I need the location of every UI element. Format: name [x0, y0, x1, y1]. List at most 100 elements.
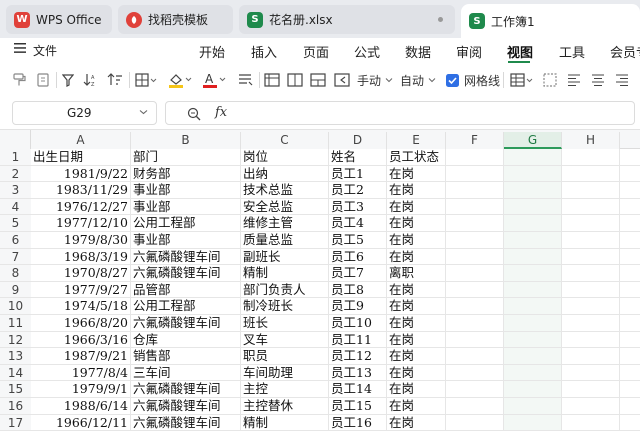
cell-b15[interactable]: 六氟磷酸锂车间: [131, 381, 241, 398]
cell-g1[interactable]: [504, 149, 562, 166]
cell-c6[interactable]: 质量总监: [241, 232, 329, 249]
cell-c4[interactable]: 安全总监: [241, 198, 329, 216]
cell-d14[interactable]: 员工13: [329, 364, 387, 382]
cell-i4[interactable]: [620, 199, 640, 216]
cell-i16[interactable]: [620, 398, 640, 415]
select-all-corner[interactable]: [0, 130, 31, 149]
cell-a5[interactable]: 1977/12/10: [31, 215, 131, 232]
cell-h15[interactable]: [562, 381, 620, 398]
menu-home[interactable]: 开始: [199, 42, 225, 61]
row-header[interactable]: 7: [0, 248, 31, 266]
cell-h5[interactable]: [562, 215, 620, 232]
cell-b10[interactable]: 公用工程部: [131, 298, 241, 315]
cell-g10[interactable]: [504, 298, 562, 315]
cell-b4[interactable]: 事业部: [131, 198, 241, 216]
tab-wps-office[interactable]: W WPS Office: [6, 5, 112, 34]
cell-e1[interactable]: 员工状态: [387, 149, 446, 166]
cell-d8[interactable]: 员工7: [329, 265, 387, 282]
cell-i13[interactable]: [620, 348, 640, 365]
cell-b7[interactable]: 六氟磷酸锂车间: [131, 248, 241, 266]
cell-h13[interactable]: [562, 348, 620, 365]
menu-view[interactable]: 视图: [507, 42, 533, 61]
cell-b3[interactable]: 事业部: [131, 182, 241, 199]
column-header-a[interactable]: A: [31, 132, 131, 149]
cell-f11[interactable]: [446, 315, 504, 332]
cell-f4[interactable]: [446, 198, 504, 216]
row-header[interactable]: 2: [0, 165, 31, 183]
cell-f9[interactable]: [446, 281, 504, 299]
cell-e13[interactable]: 在岗: [387, 348, 446, 365]
cell-b5[interactable]: 公用工程部: [131, 215, 241, 232]
row-header[interactable]: 3: [0, 182, 31, 199]
cell-g14[interactable]: [504, 364, 562, 382]
column-header-c[interactable]: C: [241, 132, 329, 149]
cell-c7[interactable]: 副班长: [241, 248, 329, 266]
hamburger-menu-icon[interactable]: [14, 41, 26, 59]
clear-format-icon[interactable]: [35, 71, 51, 89]
cell-g15[interactable]: [504, 381, 562, 398]
cell-a3[interactable]: 1983/11/29: [31, 182, 131, 199]
cell-h9[interactable]: [562, 281, 620, 299]
cell-b8[interactable]: 六氟磷酸锂车间: [131, 265, 241, 282]
cell-a6[interactable]: 1979/8/30: [31, 232, 131, 249]
column-header-h[interactable]: H: [562, 132, 620, 149]
cell-i1[interactable]: [620, 149, 640, 166]
row-header[interactable]: 17: [0, 414, 31, 431]
cell-h8[interactable]: [562, 265, 620, 282]
name-box[interactable]: G29: [12, 101, 157, 125]
cell-b14[interactable]: 三车间: [131, 364, 241, 382]
filter-icon[interactable]: [61, 71, 75, 89]
cell-e17[interactable]: 在岗: [387, 414, 446, 431]
sort-ascending-icon[interactable]: AZ: [82, 71, 98, 89]
cell-f6[interactable]: [446, 232, 504, 249]
cell-b6[interactable]: 事业部: [131, 232, 241, 249]
fill-color-dropdown-icon[interactable]: [167, 71, 193, 89]
cell-b2[interactable]: 财务部: [131, 165, 241, 183]
cell-i11[interactable]: [620, 315, 640, 332]
cell-i2[interactable]: [620, 166, 640, 183]
align-left-icon[interactable]: [566, 71, 582, 89]
cell-c10[interactable]: 制冷班长: [241, 298, 329, 315]
cell-border-icon[interactable]: [542, 71, 558, 89]
cell-e6[interactable]: 在岗: [387, 232, 446, 249]
cell-d13[interactable]: 员工12: [329, 348, 387, 365]
menu-page[interactable]: 页面: [303, 42, 329, 61]
cell-b17[interactable]: 六氟磷酸锂车间: [131, 414, 241, 431]
column-header-g[interactable]: G: [504, 132, 562, 149]
cell-a11[interactable]: 1966/8/20: [31, 315, 131, 332]
cell-c16[interactable]: 主控替休: [241, 398, 329, 415]
cell-a14[interactable]: 1977/8/4: [31, 364, 131, 382]
cell-e12[interactable]: 在岗: [387, 331, 446, 349]
spreadsheet-grid[interactable]: A B C D E F G H 1 出生日期 部门 岗位 姓名 员工状态 2 1981/9/2…: [0, 130, 640, 431]
cell-b16[interactable]: 六氟磷酸锂车间: [131, 398, 241, 415]
cell-i9[interactable]: [620, 282, 640, 299]
cell-f13[interactable]: [446, 348, 504, 365]
cell-d7[interactable]: 员工6: [329, 248, 387, 266]
cell-c12[interactable]: 叉车: [241, 331, 329, 349]
cell-d3[interactable]: 员工2: [329, 182, 387, 199]
tab-docer-templates[interactable]: 找稻壳模板: [118, 5, 233, 34]
menu-formula[interactable]: 公式: [354, 42, 380, 61]
cell-h17[interactable]: [562, 414, 620, 431]
cell-h12[interactable]: [562, 331, 620, 349]
menu-file[interactable]: 文件: [33, 42, 57, 59]
row-header[interactable]: 12: [0, 331, 31, 349]
cell-f10[interactable]: [446, 298, 504, 315]
row-header[interactable]: 8: [0, 265, 31, 282]
cell-c5[interactable]: 维修主管: [241, 215, 329, 232]
cell-i5[interactable]: [620, 215, 640, 232]
cell-h11[interactable]: [562, 315, 620, 332]
cell-style-icon[interactable]: [236, 71, 254, 89]
cell-g4[interactable]: [504, 198, 562, 216]
cell-i6[interactable]: [620, 232, 640, 249]
cell-c9[interactable]: 部门负责人: [241, 281, 329, 299]
cell-d5[interactable]: 员工4: [329, 215, 387, 232]
cell-e3[interactable]: 在岗: [387, 182, 446, 199]
row-header[interactable]: 9: [0, 281, 31, 299]
tab-roster-xlsx[interactable]: S 花名册.xlsx: [239, 5, 455, 34]
cell-h1[interactable]: [562, 149, 620, 166]
cell-a10[interactable]: 1974/5/18: [31, 298, 131, 315]
column-header-e[interactable]: E: [387, 132, 446, 149]
cell-g3[interactable]: [504, 182, 562, 199]
cell-h4[interactable]: [562, 198, 620, 216]
